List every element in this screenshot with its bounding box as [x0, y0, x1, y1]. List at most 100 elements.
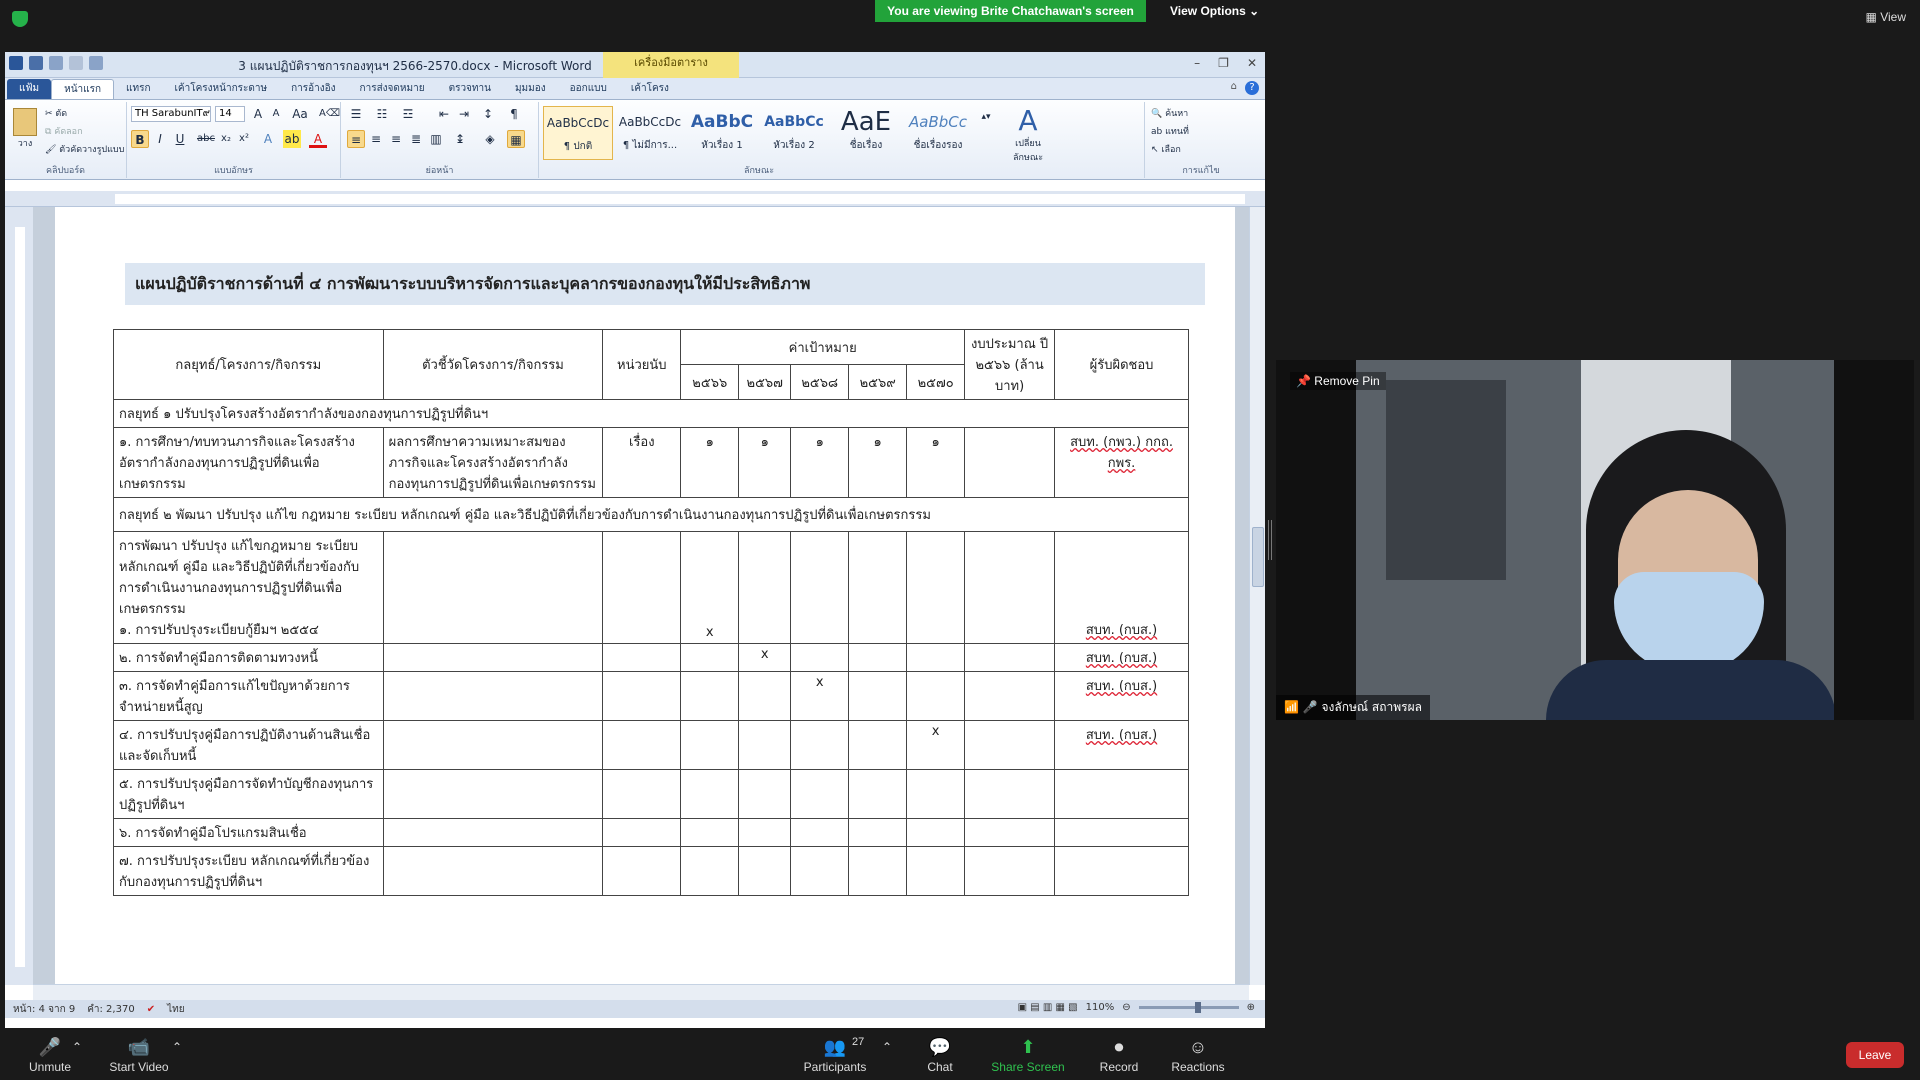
change-styles-button[interactable]: A เปลี่ยนลักษณะ: [1005, 106, 1051, 164]
tab-review[interactable]: ตรวจทาน: [437, 79, 503, 99]
ruler-area: [115, 194, 1245, 204]
tab-mailings[interactable]: การส่งจดหมาย: [348, 79, 437, 99]
font-name-select[interactable]: TH SarabunIT๙: [131, 106, 211, 122]
clear-formatting-icon[interactable]: A⌫: [319, 105, 340, 123]
italic-icon[interactable]: I: [151, 130, 169, 148]
superscript-icon[interactable]: x²: [235, 130, 253, 148]
tab-home[interactable]: หน้าแรก: [51, 79, 115, 99]
zoom-slider[interactable]: [1138, 1002, 1239, 1013]
tab-references[interactable]: การอ้างอิง: [279, 79, 347, 99]
zoom-out-icon[interactable]: ⊖: [1122, 1002, 1130, 1013]
underline-icon[interactable]: U: [171, 130, 189, 148]
align-left-icon[interactable]: ≡: [347, 130, 365, 148]
chat-button[interactable]: 💬 Chat: [920, 1034, 960, 1074]
font-color-icon[interactable]: A: [309, 130, 327, 148]
replace-button[interactable]: ab แทนที่: [1151, 124, 1189, 138]
distributed-icon[interactable]: ▥: [427, 130, 445, 148]
bullets-icon[interactable]: ☰: [347, 105, 365, 123]
highlight-icon[interactable]: ab: [283, 130, 301, 148]
language[interactable]: ไทย: [167, 1002, 184, 1017]
grow-font-icon[interactable]: A: [249, 105, 267, 123]
leave-button[interactable]: Leave: [1846, 1042, 1904, 1068]
tab-insert[interactable]: แทรก: [114, 79, 162, 99]
horizontal-ruler[interactable]: [5, 191, 1265, 207]
page-count[interactable]: หน้า: 4 จาก 9: [13, 1002, 75, 1017]
style-title[interactable]: AaE ชื่อเรื่อง: [831, 106, 901, 160]
share-screen-button[interactable]: ⬆ Share Screen: [990, 1034, 1066, 1074]
word-count[interactable]: คำ: 2,370: [87, 1002, 134, 1017]
cut-button[interactable]: ✂ ตัด: [45, 106, 67, 120]
numbering-icon[interactable]: ☷: [373, 105, 391, 123]
plan-table[interactable]: กลยุทธ์/โครงการ/กิจกรรม ตัวชี้วัดโครงการ…: [113, 329, 1189, 896]
style-normal[interactable]: AaBbCcDc ¶ ปกติ: [543, 106, 613, 160]
tab-file[interactable]: แฟ้ม: [7, 79, 52, 99]
shading-icon[interactable]: ◈: [481, 130, 499, 148]
vertical-ruler[interactable]: [5, 207, 33, 985]
copy-button[interactable]: ⧉ คัดลอก: [45, 124, 83, 138]
style-heading-1[interactable]: AaBbC หัวเรื่อง 1: [687, 106, 757, 160]
remove-pin-button[interactable]: 📌 Remove Pin: [1290, 372, 1386, 390]
participants-button[interactable]: 👥 27 Participants: [800, 1034, 870, 1074]
reactions-button[interactable]: ☺ Reactions: [1168, 1034, 1228, 1074]
style-no-spacing[interactable]: AaBbCcDc ¶ ไม่มีการ...: [615, 106, 685, 160]
undo-icon[interactable]: [49, 56, 63, 70]
document-page[interactable]: แผนปฏิบัติราชการด้านที่ ๔ การพัฒนาระบบบร…: [55, 207, 1235, 985]
spellcheck-icon[interactable]: ✔: [147, 1004, 155, 1015]
tab-layout[interactable]: เค้าโครง: [619, 79, 681, 99]
style-heading-2[interactable]: AaBbCc หัวเรื่อง 2: [759, 106, 829, 160]
tab-view[interactable]: มุมมอง: [503, 79, 558, 99]
decrease-indent-icon[interactable]: ⇤: [435, 105, 453, 123]
save-icon[interactable]: [29, 56, 43, 70]
subscript-icon[interactable]: x₂: [217, 130, 235, 148]
start-video-button[interactable]: 📹 Start Video: [104, 1034, 174, 1074]
show-marks-icon[interactable]: ¶: [505, 105, 523, 123]
find-button[interactable]: 🔍 ค้นหา: [1151, 106, 1188, 120]
scroll-thumb[interactable]: [1252, 527, 1264, 587]
redo-icon[interactable]: [69, 56, 83, 70]
minimize-icon[interactable]: –: [1194, 56, 1200, 70]
split-resize-handle[interactable]: [1268, 520, 1272, 560]
zoom-in-icon[interactable]: ⊕: [1247, 1002, 1255, 1013]
security-shield-icon[interactable]: [12, 11, 28, 27]
close-icon[interactable]: ✕: [1247, 56, 1257, 70]
tab-design[interactable]: ออกแบบ: [558, 79, 619, 99]
view-options-button[interactable]: View Options ⌄: [1162, 0, 1267, 22]
view-buttons[interactable]: ▣ ▤ ▥ ▦ ▧: [1018, 1002, 1078, 1013]
vertical-scrollbar[interactable]: [1249, 207, 1265, 985]
zoom-slider-thumb[interactable]: [1194, 1002, 1201, 1013]
align-center-icon[interactable]: ≡: [367, 130, 385, 148]
select-button[interactable]: ↖ เลือก: [1151, 142, 1181, 156]
borders-icon[interactable]: ▦: [507, 130, 525, 148]
strikethrough-icon[interactable]: abc: [197, 130, 215, 148]
multilevel-list-icon[interactable]: ☲: [399, 105, 417, 123]
horizontal-scrollbar[interactable]: [33, 984, 1249, 1000]
row-indicator: [382, 671, 604, 721]
increase-indent-icon[interactable]: ⇥: [455, 105, 473, 123]
font-size-select[interactable]: 14: [215, 106, 245, 122]
tab-page-layout[interactable]: เค้าโครงหน้ากระดาษ: [163, 79, 280, 99]
style-subtitle[interactable]: AaBbCc ชื่อเรื่องรอง: [903, 106, 973, 160]
audio-options-chevron-icon[interactable]: ⌃: [70, 1040, 84, 1054]
justify-icon[interactable]: ≣: [407, 130, 425, 148]
bold-icon[interactable]: B: [131, 130, 149, 148]
change-case-icon[interactable]: Aa: [291, 105, 309, 123]
styles-scroll-icon[interactable]: ▴▾: [977, 108, 995, 126]
restore-icon[interactable]: ❐: [1218, 56, 1229, 70]
format-painter-button[interactable]: 🖌 ตัวคัดวางรูปแบบ: [45, 142, 124, 156]
video-options-chevron-icon[interactable]: ⌃: [170, 1040, 184, 1054]
text-effects-icon[interactable]: A: [259, 130, 277, 148]
view-button[interactable]: ▦ View: [1866, 10, 1906, 24]
align-right-icon[interactable]: ≡: [387, 130, 405, 148]
shrink-font-icon[interactable]: A: [267, 105, 285, 123]
word-app-icon[interactable]: [9, 56, 23, 70]
participant-video-panel[interactable]: 📌 Remove Pin 📶 🎤 จงลักษณ์ สถาพรผล: [1276, 360, 1914, 720]
print-preview-icon[interactable]: [89, 56, 103, 70]
sort-icon[interactable]: ↕: [479, 105, 497, 123]
collapse-ribbon-icon[interactable]: ⌂: [1231, 81, 1237, 95]
zoom-level[interactable]: 110%: [1086, 1002, 1115, 1013]
record-button[interactable]: ⏺ Record: [1094, 1034, 1144, 1074]
paste-button[interactable]: วาง: [11, 108, 39, 152]
line-spacing-icon[interactable]: ↨: [451, 130, 469, 148]
participants-chevron-icon[interactable]: ⌃: [880, 1040, 894, 1054]
help-icon[interactable]: ?: [1245, 81, 1259, 95]
